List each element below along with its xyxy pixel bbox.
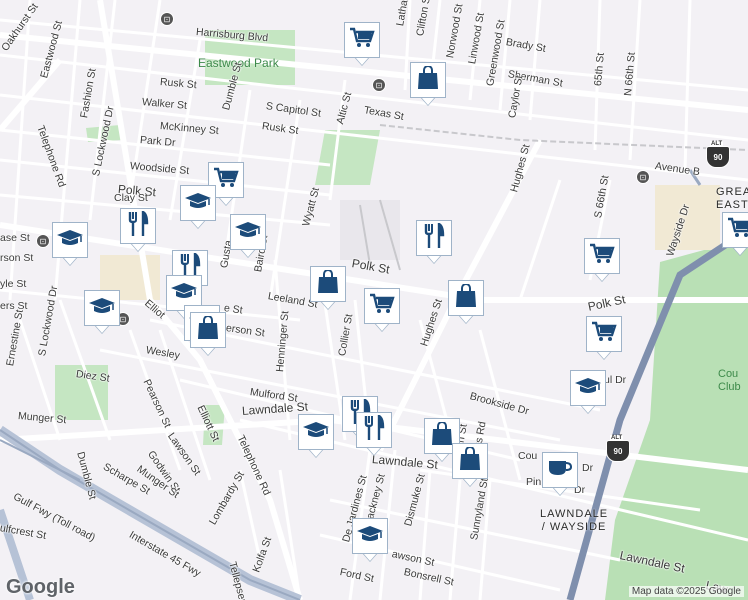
poi-marker-shopping[interactable] bbox=[310, 266, 346, 310]
poi-marker-grocery[interactable] bbox=[586, 316, 622, 360]
poi-marker-restaurant[interactable] bbox=[416, 220, 452, 264]
transit-station-icon[interactable]: ⊡ bbox=[372, 78, 386, 92]
shopping-bag-icon bbox=[317, 268, 339, 299]
golf-label-line: Club bbox=[718, 381, 741, 393]
shield-alt-label: ALT bbox=[610, 435, 624, 441]
cart-icon bbox=[349, 27, 375, 54]
golf-club-label: Cou Club bbox=[718, 368, 741, 394]
fork-knife-icon bbox=[363, 413, 385, 446]
poi-marker-grocery[interactable] bbox=[364, 288, 400, 332]
shield-route-number: 90 bbox=[613, 446, 623, 456]
poi-marker-restaurant[interactable] bbox=[120, 208, 156, 252]
poi-marker-school[interactable] bbox=[570, 370, 606, 414]
highway-shield: ALT 90 bbox=[706, 141, 730, 168]
cart-icon bbox=[727, 217, 748, 244]
area-label-line: LAWNDALE bbox=[540, 508, 609, 520]
transit-station-icon[interactable]: ⊡ bbox=[36, 234, 50, 248]
graduation-cap-icon bbox=[88, 296, 116, 321]
poi-marker-school[interactable] bbox=[298, 414, 334, 458]
area-label-line: GREA bbox=[716, 186, 748, 198]
shield-route-number: 90 bbox=[713, 152, 723, 162]
graduation-cap-icon bbox=[184, 191, 212, 216]
shield-alt-label: ALT bbox=[710, 141, 724, 147]
poi-marker-shopping[interactable] bbox=[190, 312, 226, 356]
cart-icon bbox=[369, 293, 395, 320]
area-label-line: / WAYSIDE bbox=[541, 521, 607, 533]
coffee-cup-icon bbox=[547, 458, 573, 483]
map-canvas[interactable]: Eastwood Park LAWNDALE / WAYSIDE GREA EA… bbox=[0, 0, 748, 600]
map-credit: Map data ©2025 Google bbox=[628, 586, 744, 597]
google-logo: Google bbox=[6, 576, 75, 598]
street-label: Pin bbox=[526, 476, 542, 488]
poi-marker-grocery[interactable] bbox=[344, 22, 380, 66]
shopping-bag-icon bbox=[459, 445, 481, 476]
graduation-cap-icon bbox=[574, 376, 602, 401]
graduation-cap-icon bbox=[234, 220, 262, 245]
street-label: e St bbox=[223, 302, 244, 317]
area-label-greater-east: GREA EAST bbox=[716, 186, 748, 212]
poi-marker-shopping[interactable] bbox=[448, 280, 484, 324]
poi-marker-school[interactable] bbox=[180, 185, 216, 229]
graduation-cap-icon bbox=[356, 524, 384, 549]
graduation-cap-icon bbox=[56, 228, 84, 253]
poi-marker-school[interactable] bbox=[52, 222, 88, 266]
cart-icon bbox=[591, 321, 617, 348]
street-label: Clay St bbox=[114, 192, 148, 204]
area-label-lawndale: LAWNDALE / WAYSIDE bbox=[540, 508, 608, 534]
graduation-cap-icon bbox=[302, 420, 330, 445]
poi-marker-school[interactable] bbox=[352, 518, 388, 562]
shopping-bag-icon bbox=[197, 314, 219, 345]
poi-marker-grocery[interactable] bbox=[722, 212, 748, 256]
area-label-line: EAST bbox=[716, 199, 748, 211]
fork-knife-icon bbox=[127, 209, 149, 242]
shopping-bag-icon bbox=[417, 64, 439, 95]
graduation-cap-icon bbox=[170, 281, 198, 306]
cart-icon bbox=[213, 167, 239, 194]
poi-marker-grocery[interactable] bbox=[584, 238, 620, 282]
poi-marker-school[interactable] bbox=[84, 290, 120, 334]
poi-marker-shopping[interactable] bbox=[410, 62, 446, 106]
street-label: Dr bbox=[582, 462, 594, 474]
poi-marker-shopping[interactable] bbox=[452, 443, 488, 487]
poi-marker-restaurant[interactable] bbox=[356, 412, 392, 456]
street-label: ase St bbox=[0, 232, 30, 244]
fork-knife-icon bbox=[423, 221, 445, 254]
cart-icon bbox=[589, 243, 615, 270]
golf-label-line: Cou bbox=[718, 368, 739, 380]
highway-shield: ALT 90 bbox=[606, 435, 630, 462]
street-label: rson St bbox=[0, 252, 34, 264]
shopping-bag-icon bbox=[431, 420, 453, 451]
street-label: Cou bbox=[518, 450, 538, 462]
poi-marker-cafe[interactable] bbox=[542, 452, 578, 496]
transit-station-icon[interactable]: ⊡ bbox=[160, 12, 174, 26]
poi-marker-school[interactable] bbox=[230, 214, 266, 258]
street-label: ul Dr bbox=[604, 374, 627, 386]
shopping-bag-icon bbox=[455, 282, 477, 313]
transit-station-icon[interactable]: ⊡ bbox=[636, 170, 650, 184]
street-label: yle St bbox=[0, 278, 27, 290]
